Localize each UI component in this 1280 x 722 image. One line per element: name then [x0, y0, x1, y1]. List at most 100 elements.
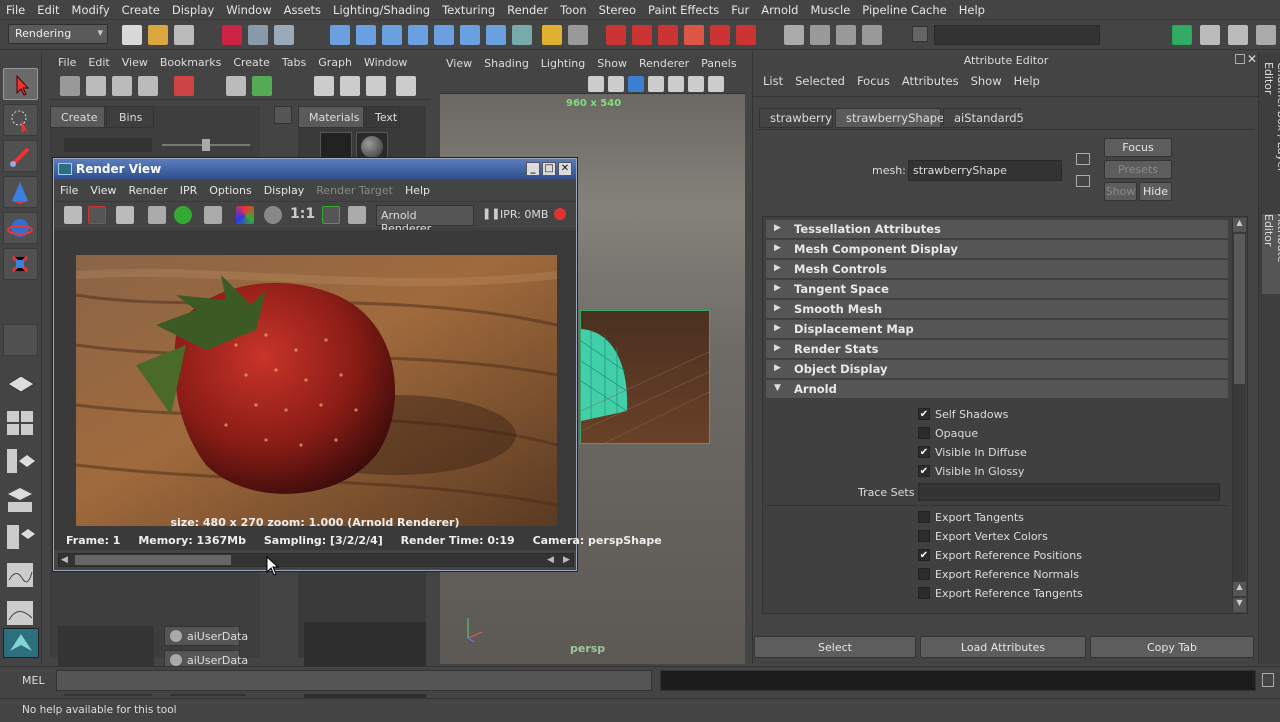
sidebar-toggle-icon[interactable] [784, 25, 804, 45]
menu-modify[interactable]: Modify [66, 3, 116, 17]
swatch-icon[interactable] [396, 76, 416, 96]
tab-strawberryshape[interactable]: strawberryShape [835, 108, 944, 128]
menu-paint-effects[interactable]: Paint Effects [642, 3, 725, 17]
snapshot-icon[interactable] [116, 206, 134, 224]
rgb-channels-icon[interactable] [236, 206, 254, 224]
menu-help[interactable]: Help [953, 3, 991, 17]
select-button[interactable]: Select [754, 636, 916, 658]
hs-menu-edit[interactable]: Edit [82, 56, 115, 69]
snap-grid-icon[interactable] [330, 25, 350, 45]
ipr-render-icon[interactable] [632, 25, 652, 45]
menu-texturing[interactable]: Texturing [436, 3, 501, 17]
new-scene-icon[interactable] [122, 25, 142, 45]
output-connection-icon[interactable] [1076, 175, 1090, 187]
output-connections-icon[interactable] [366, 76, 386, 96]
scroll-right-icon[interactable]: ▶ [563, 555, 570, 565]
section-object-display[interactable]: ▶ Object Display [766, 360, 1228, 379]
renderer-dropdown[interactable]: Arnold Renderer [376, 205, 474, 235]
input-connections-icon[interactable] [314, 76, 334, 96]
save-icon[interactable] [174, 25, 194, 45]
menu-toon[interactable]: Toon [554, 3, 592, 17]
rv-menu-view[interactable]: View [84, 184, 122, 197]
select-component-icon[interactable] [274, 25, 294, 45]
rv-menu-render[interactable]: Render [123, 184, 174, 197]
panel-toggle-icon[interactable] [274, 106, 292, 124]
hs-menu-graph[interactable]: Graph [312, 56, 358, 69]
hs-menu-tabs[interactable]: Tabs [276, 56, 312, 69]
single-perspective-layout-icon[interactable] [4, 370, 37, 400]
hs-menu-view[interactable]: View [116, 56, 154, 69]
show-button[interactable]: Show [1104, 182, 1137, 201]
snap-curve-icon[interactable] [356, 25, 376, 45]
selection-lock-icon[interactable] [568, 25, 588, 45]
render-view-icon[interactable] [710, 25, 730, 45]
graph-up-icon[interactable] [174, 76, 194, 96]
redo-render-icon[interactable] [64, 206, 82, 224]
section-tangent-space[interactable]: ▶ Tangent Space [766, 280, 1228, 299]
hs-menu-create[interactable]: Create [227, 56, 276, 69]
scroll-left-icon[interactable]: ◀ [547, 555, 554, 565]
menu-pipeline-cache[interactable]: Pipeline Cache [856, 3, 952, 17]
menu-create[interactable]: Create [116, 3, 166, 17]
real-size-icon[interactable]: 1:1 [290, 206, 315, 222]
scroll-down-icon[interactable]: ▼ [1233, 598, 1246, 612]
export-reference-positions-checkbox[interactable]: ✔ Export Reference Positions [918, 546, 1082, 564]
section-tessellation[interactable]: ▶ Tessellation Attributes [766, 220, 1228, 239]
opaque-checkbox[interactable]: Opaque [918, 424, 978, 442]
scrollbar-thumb[interactable] [75, 555, 231, 565]
scrollbar-thumb[interactable] [1234, 234, 1245, 384]
menu-display[interactable]: Display [166, 3, 220, 17]
smooth-shade-icon[interactable] [628, 76, 644, 92]
panel-toggle-icon[interactable] [862, 25, 882, 45]
batch-render-icon[interactable] [736, 25, 756, 45]
float-panel-icon[interactable] [1235, 54, 1245, 64]
help-icon[interactable] [512, 25, 532, 45]
menu-assets[interactable]: Assets [278, 3, 327, 17]
layer-editor-icon[interactable] [1256, 25, 1276, 45]
self-shadows-checkbox[interactable]: ✔ Self Shadows [918, 405, 1008, 423]
remove-image-icon[interactable] [348, 206, 366, 224]
input-connection-icon[interactable] [1076, 153, 1090, 165]
horizontal-scrollbar[interactable]: ◀ ◀ ▶ [58, 553, 574, 567]
scroll-left-icon[interactable]: ◀ [61, 555, 68, 565]
hs-menu-bookmarks[interactable]: Bookmarks [154, 56, 227, 69]
alpha-channel-icon[interactable] [264, 206, 282, 224]
export-tangents-checkbox[interactable]: Export Tangents [918, 508, 1024, 526]
hypershade-layout-icon[interactable] [4, 522, 37, 552]
quick-search-field[interactable] [934, 25, 1100, 45]
clear-graph-icon[interactable] [226, 76, 246, 96]
minimize-icon[interactable]: _ [526, 162, 540, 176]
menu-edit[interactable]: Edit [31, 3, 65, 17]
export-reference-normals-checkbox[interactable]: Export Reference Normals [918, 565, 1079, 583]
vp-menu-shading[interactable]: Shading [478, 57, 535, 70]
snap-live-icon[interactable] [434, 25, 454, 45]
render-view-titlebar[interactable]: Render View _ □ ✕ [54, 159, 576, 179]
refresh-icon[interactable] [174, 206, 192, 224]
scale-tool-icon[interactable] [3, 248, 38, 280]
history-icon[interactable] [460, 25, 480, 45]
menu-fur[interactable]: Fur [725, 3, 755, 17]
select-hierarchy-icon[interactable] [222, 25, 242, 45]
select-tool-icon[interactable] [3, 68, 38, 100]
render-settings-icon[interactable] [658, 25, 678, 45]
hs-menu-file[interactable]: File [52, 56, 82, 69]
create-filter-field[interactable] [64, 138, 152, 152]
menu-render[interactable]: Render [501, 3, 554, 17]
menu-lighting-shading[interactable]: Lighting/Shading [327, 3, 436, 17]
script-editor-icon[interactable] [1262, 673, 1274, 687]
visible-in-diffuse-checkbox[interactable]: ✔ Visible In Diffuse [918, 443, 1027, 461]
lights-icon[interactable] [668, 76, 684, 92]
export-reference-tangents-checkbox[interactable]: Export Reference Tangents [918, 584, 1083, 602]
textured-icon[interactable] [648, 76, 664, 92]
uv-layout-icon[interactable] [4, 598, 37, 628]
construction-icon[interactable] [486, 25, 506, 45]
menu-file[interactable]: File [0, 3, 31, 17]
channel-box-icon[interactable] [1228, 25, 1248, 45]
script-editor-layout-icon[interactable] [4, 560, 37, 590]
copy-tab-button[interactable]: Copy Tab [1090, 636, 1254, 658]
vertical-scrollbar[interactable]: ▲ ▲ ▼ [1232, 218, 1246, 612]
last-tool-icon[interactable] [3, 324, 38, 356]
tab-attribute-editor[interactable]: Attribute Editor [1262, 214, 1280, 294]
rotate-tool-icon[interactable] [3, 212, 38, 244]
export-vertex-colors-checkbox[interactable]: Export Vertex Colors [918, 527, 1048, 545]
